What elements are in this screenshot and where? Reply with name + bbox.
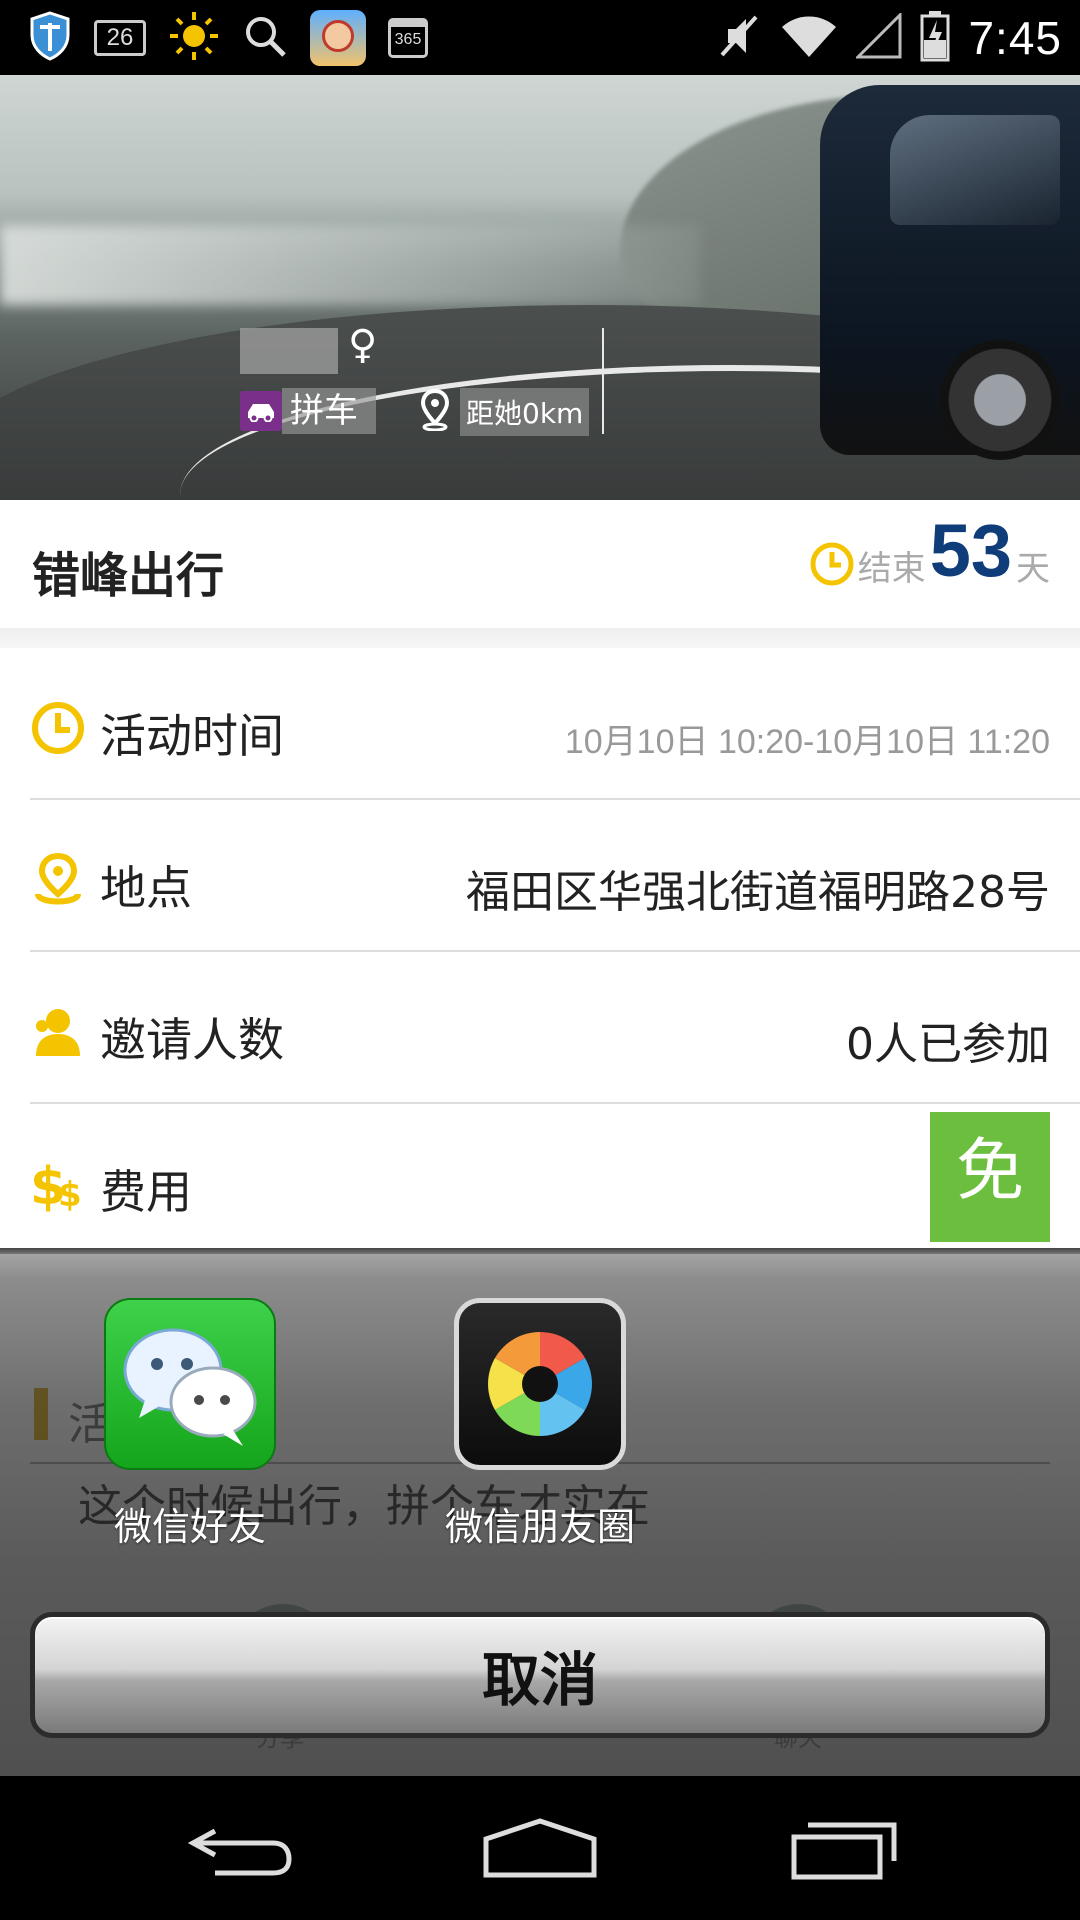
share-wechat-friends[interactable]: 微信好友 <box>90 1298 290 1551</box>
clock-icon <box>30 700 86 756</box>
section-marker <box>34 1388 48 1440</box>
svg-text:$: $ <box>58 1175 82 1212</box>
notification-count: 26 <box>106 24 134 51</box>
event-details: 活动时间 10月10日 10:20-10月10日 11:20 地点 福田区华强北… <box>0 648 1080 1248</box>
car-icon <box>240 391 282 431</box>
share-wechat-friends-label: 微信好友 <box>113 1505 266 1549</box>
status-left-icons: 26 365 <box>28 10 428 66</box>
invite-count-value: 0人已参加 <box>846 1019 1050 1070</box>
recent-apps-icon <box>790 1817 900 1885</box>
invite-count-row[interactable]: 邀请人数 0人已参加 <box>30 952 1080 1104</box>
location-row[interactable]: 地点 福田区华强北街道福明路28号 <box>30 800 1080 952</box>
shield-icon <box>28 11 72 65</box>
countdown: 结束 53 天 <box>808 514 1050 602</box>
event-banner-image <box>0 75 1080 500</box>
search-icon <box>242 13 288 63</box>
activity-time-label: 活动时间 <box>100 709 284 763</box>
wechat-icon[interactable] <box>104 1298 276 1470</box>
sun-icon <box>168 10 220 66</box>
activity-time-value: 10月10日 10:20-10月10日 11:20 <box>564 723 1050 761</box>
distance-label: 距她0km <box>460 388 590 436</box>
invite-count-label: 邀请人数 <box>100 1013 284 1067</box>
cancel-button-label: 取消 <box>481 1646 598 1714</box>
fee-label: 费用 <box>100 1165 192 1219</box>
moments-icon[interactable] <box>454 1298 626 1470</box>
fee-row: $ $ 费用 免 <box>30 1104 1080 1256</box>
event-title-row: 错峰出行 结束 53 天 <box>0 500 1080 628</box>
signal-icon <box>854 11 902 63</box>
calendar-number: 365 <box>394 31 422 48</box>
countdown-label: 结束 <box>857 549 926 589</box>
countdown-days: 53 <box>929 509 1012 592</box>
share-sheet: 活 这个时候出行，拼个车才实在 分享 聊天 微信好友 微信朋友圈 取消 <box>0 1248 1080 1776</box>
notification-count-icon: 26 <box>94 20 146 56</box>
battery-icon <box>920 10 950 66</box>
share-wechat-moments-label: 微信朋友圈 <box>444 1505 635 1549</box>
carpool-tag: 拼车 <box>240 388 376 434</box>
status-right-icons: 7:45 <box>716 8 1062 68</box>
location-label: 地点 <box>100 861 192 915</box>
user-nickname-blurred[interactable] <box>240 328 338 374</box>
share-wechat-moments[interactable]: 微信朋友圈 <box>440 1298 640 1551</box>
navigation-bar <box>0 1776 1080 1920</box>
recent-apps-button[interactable] <box>775 1806 915 1896</box>
distance-info: 距她0km <box>420 388 590 436</box>
carpool-label: 拼车 <box>282 388 376 434</box>
status-bar: 26 365 7:45 <box>0 0 1080 75</box>
wifi-icon <box>780 13 838 63</box>
clock: 7:45 <box>968 12 1062 64</box>
event-title: 错峰出行 <box>32 548 225 604</box>
dollar-icon: $ $ <box>30 1156 86 1217</box>
home-button[interactable] <box>470 1806 610 1896</box>
people-icon <box>30 1004 86 1060</box>
back-icon <box>185 1819 295 1883</box>
countdown-unit: 天 <box>1016 549 1050 589</box>
mute-icon <box>716 11 762 65</box>
section-gap <box>0 628 1080 648</box>
clock-icon <box>808 540 856 592</box>
cancel-button[interactable]: 取消 <box>30 1612 1050 1738</box>
free-badge: 免 <box>930 1112 1050 1242</box>
calendar-icon: 365 <box>388 18 428 58</box>
activity-time-row: 活动时间 10月10日 10:20-10月10日 11:20 <box>30 648 1080 800</box>
back-button[interactable] <box>170 1806 310 1896</box>
location-pin-icon <box>420 388 450 435</box>
home-icon <box>480 1817 600 1885</box>
location-pin-icon <box>30 852 86 908</box>
female-gender-icon: ♀ <box>348 322 378 368</box>
location-value: 福田区华强北街道福明路28号 <box>466 867 1050 918</box>
game-avatar-icon <box>310 10 366 66</box>
banner-divider <box>602 328 604 434</box>
